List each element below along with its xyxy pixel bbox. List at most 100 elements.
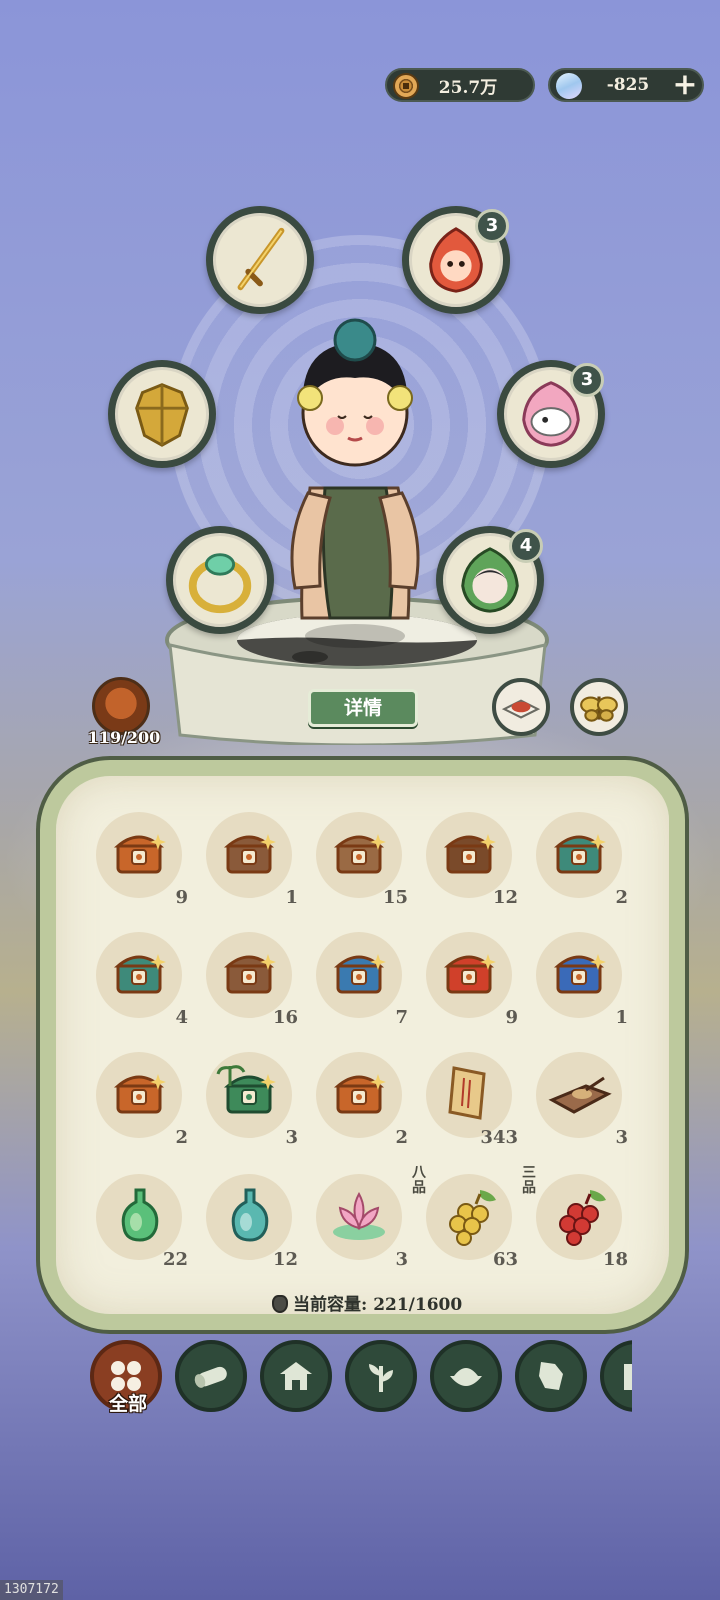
capacity-label: 当前容量: 221/1600 — [293, 1295, 463, 1315]
inventory-item[interactable]: 16 — [200, 928, 298, 1028]
inventory-item[interactable]: 3 — [530, 1048, 628, 1148]
inventory-item[interactable]: 15 — [310, 808, 408, 908]
charm-count-badge: 3 — [475, 209, 509, 243]
ink-stone-icon — [548, 1076, 612, 1114]
item-count: 9 — [505, 1007, 518, 1028]
treasure-chest-icon — [553, 954, 606, 994]
book-icon — [624, 1364, 632, 1390]
tab-map[interactable] — [515, 1340, 587, 1412]
coin-amount: 25.7万 — [438, 77, 498, 98]
armor-slot[interactable] — [108, 360, 216, 468]
item-count: 3 — [285, 1127, 298, 1148]
lotus-icon — [333, 1191, 385, 1240]
item-count: 16 — [272, 1007, 298, 1028]
inventory-item[interactable]: 2 — [530, 808, 628, 908]
item-count: 343 — [480, 1127, 518, 1148]
tab-all-label: 全部 — [108, 1393, 147, 1415]
inventory-item[interactable]: 3 — [200, 1048, 298, 1148]
item-grade-label: 八品 — [412, 1165, 426, 1196]
red-berries-icon — [559, 1190, 606, 1246]
treasure-chest-icon — [113, 954, 166, 994]
treasure-chest-icon — [223, 954, 276, 994]
item-grade-label: 三品 — [522, 1165, 536, 1196]
inventory-item[interactable]: 9 — [90, 808, 188, 908]
treasure-chest-icon — [333, 954, 386, 994]
treasure-chest-icon — [113, 1074, 166, 1114]
inventory-item[interactable]: 2 — [310, 1048, 408, 1148]
golden-armor-icon — [135, 383, 189, 447]
inventory-item[interactable]: 7 — [310, 928, 408, 1028]
item-count: 12 — [272, 1249, 298, 1270]
inventory-item[interactable]: 22 — [90, 1170, 188, 1270]
herb-sprout-icon — [369, 1364, 393, 1392]
item-count: 1 — [615, 1007, 628, 1028]
tab-house[interactable] — [260, 1340, 332, 1412]
charm-count-badge: 4 — [509, 529, 543, 563]
treasure-chest-icon — [113, 834, 166, 874]
ring-slot[interactable] — [166, 526, 274, 634]
tab-book[interactable] — [600, 1340, 632, 1412]
tab-herb[interactable] — [345, 1340, 417, 1412]
house-icon — [280, 1362, 312, 1390]
item-count: 3 — [395, 1249, 408, 1270]
tab-wood[interactable] — [175, 1340, 247, 1412]
treasure-chest-icon — [333, 834, 386, 874]
rice-bowl-icon — [450, 1368, 482, 1386]
inventory-item[interactable]: 1 — [200, 808, 298, 908]
inventory-item[interactable]: 12 — [420, 808, 518, 908]
inventory-item[interactable]: 1 — [530, 928, 628, 1028]
item-count: 18 — [602, 1249, 628, 1270]
charm-count-badge: 3 — [570, 363, 604, 397]
treasure-chest-icon — [333, 1074, 386, 1114]
jade-ring-icon — [188, 553, 252, 614]
item-count: 1 — [285, 887, 298, 908]
charm-slot-fire-spirit[interactable]: 3 — [402, 206, 510, 314]
level-avatar-icon[interactable] — [92, 677, 150, 735]
item-count: 2 — [175, 1127, 188, 1148]
level-progress: 119/200 — [87, 728, 161, 747]
weapon-slot[interactable] — [206, 206, 314, 314]
inventory-item[interactable]: 三品 18 — [522, 1166, 628, 1271]
inventory-item[interactable]: 八品 63 — [412, 1166, 518, 1271]
golden-moth-icon — [580, 696, 618, 722]
item-count: 2 — [395, 1127, 408, 1148]
item-count: 2 — [615, 887, 628, 908]
gem-counter: -825 + — [548, 68, 704, 103]
treasure-chest-icon — [223, 834, 276, 874]
inventory-item[interactable]: 3 — [310, 1170, 408, 1270]
scroll-icon — [448, 1066, 486, 1120]
item-count: 9 — [175, 887, 188, 908]
golden-sword-icon — [237, 227, 285, 291]
add-gems-button[interactable]: + — [670, 70, 700, 101]
charm-slot-white-beast[interactable]: 3 — [497, 360, 605, 468]
item-count: 3 — [615, 1127, 628, 1148]
treasure-chest-icon — [443, 954, 496, 994]
teal-potion-icon — [231, 1188, 269, 1242]
yellow-berries-icon — [449, 1190, 496, 1246]
inventory-item[interactable]: 4 — [90, 928, 188, 1028]
tab-food[interactable] — [430, 1340, 502, 1412]
tab-book-clipped[interactable] — [600, 1335, 632, 1417]
inventory-item[interactable]: 9 — [420, 928, 518, 1028]
treasure-chest-icon — [553, 834, 606, 874]
item-count: 22 — [162, 1249, 188, 1270]
item-count: 4 — [175, 1007, 188, 1028]
item-count: 7 — [395, 1007, 408, 1028]
character-opera-girl — [290, 318, 420, 648]
log-icon — [194, 1366, 227, 1388]
detail-button[interactable]: 详情 — [308, 689, 418, 727]
watermark-id: 1307172 — [0, 1580, 63, 1600]
charm-slot-ghost-scholar[interactable]: 4 — [436, 526, 544, 634]
capacity-pouch-icon — [272, 1295, 288, 1313]
food-slot[interactable] — [492, 678, 550, 736]
green-potion-icon — [121, 1188, 159, 1242]
coin-counter: 25.7万 — [385, 68, 535, 102]
pet-slot[interactable] — [570, 678, 628, 736]
inventory-item[interactable]: 2 — [90, 1048, 188, 1148]
dish-icon — [501, 699, 541, 719]
treasure-chest-icon — [443, 834, 496, 874]
inventory-capacity: 当前容量: 221/1600 — [272, 1290, 462, 1315]
inventory-item[interactable]: 343 — [420, 1048, 518, 1148]
inventory-item[interactable]: 12 — [200, 1170, 298, 1270]
item-count: 63 — [492, 1249, 518, 1270]
